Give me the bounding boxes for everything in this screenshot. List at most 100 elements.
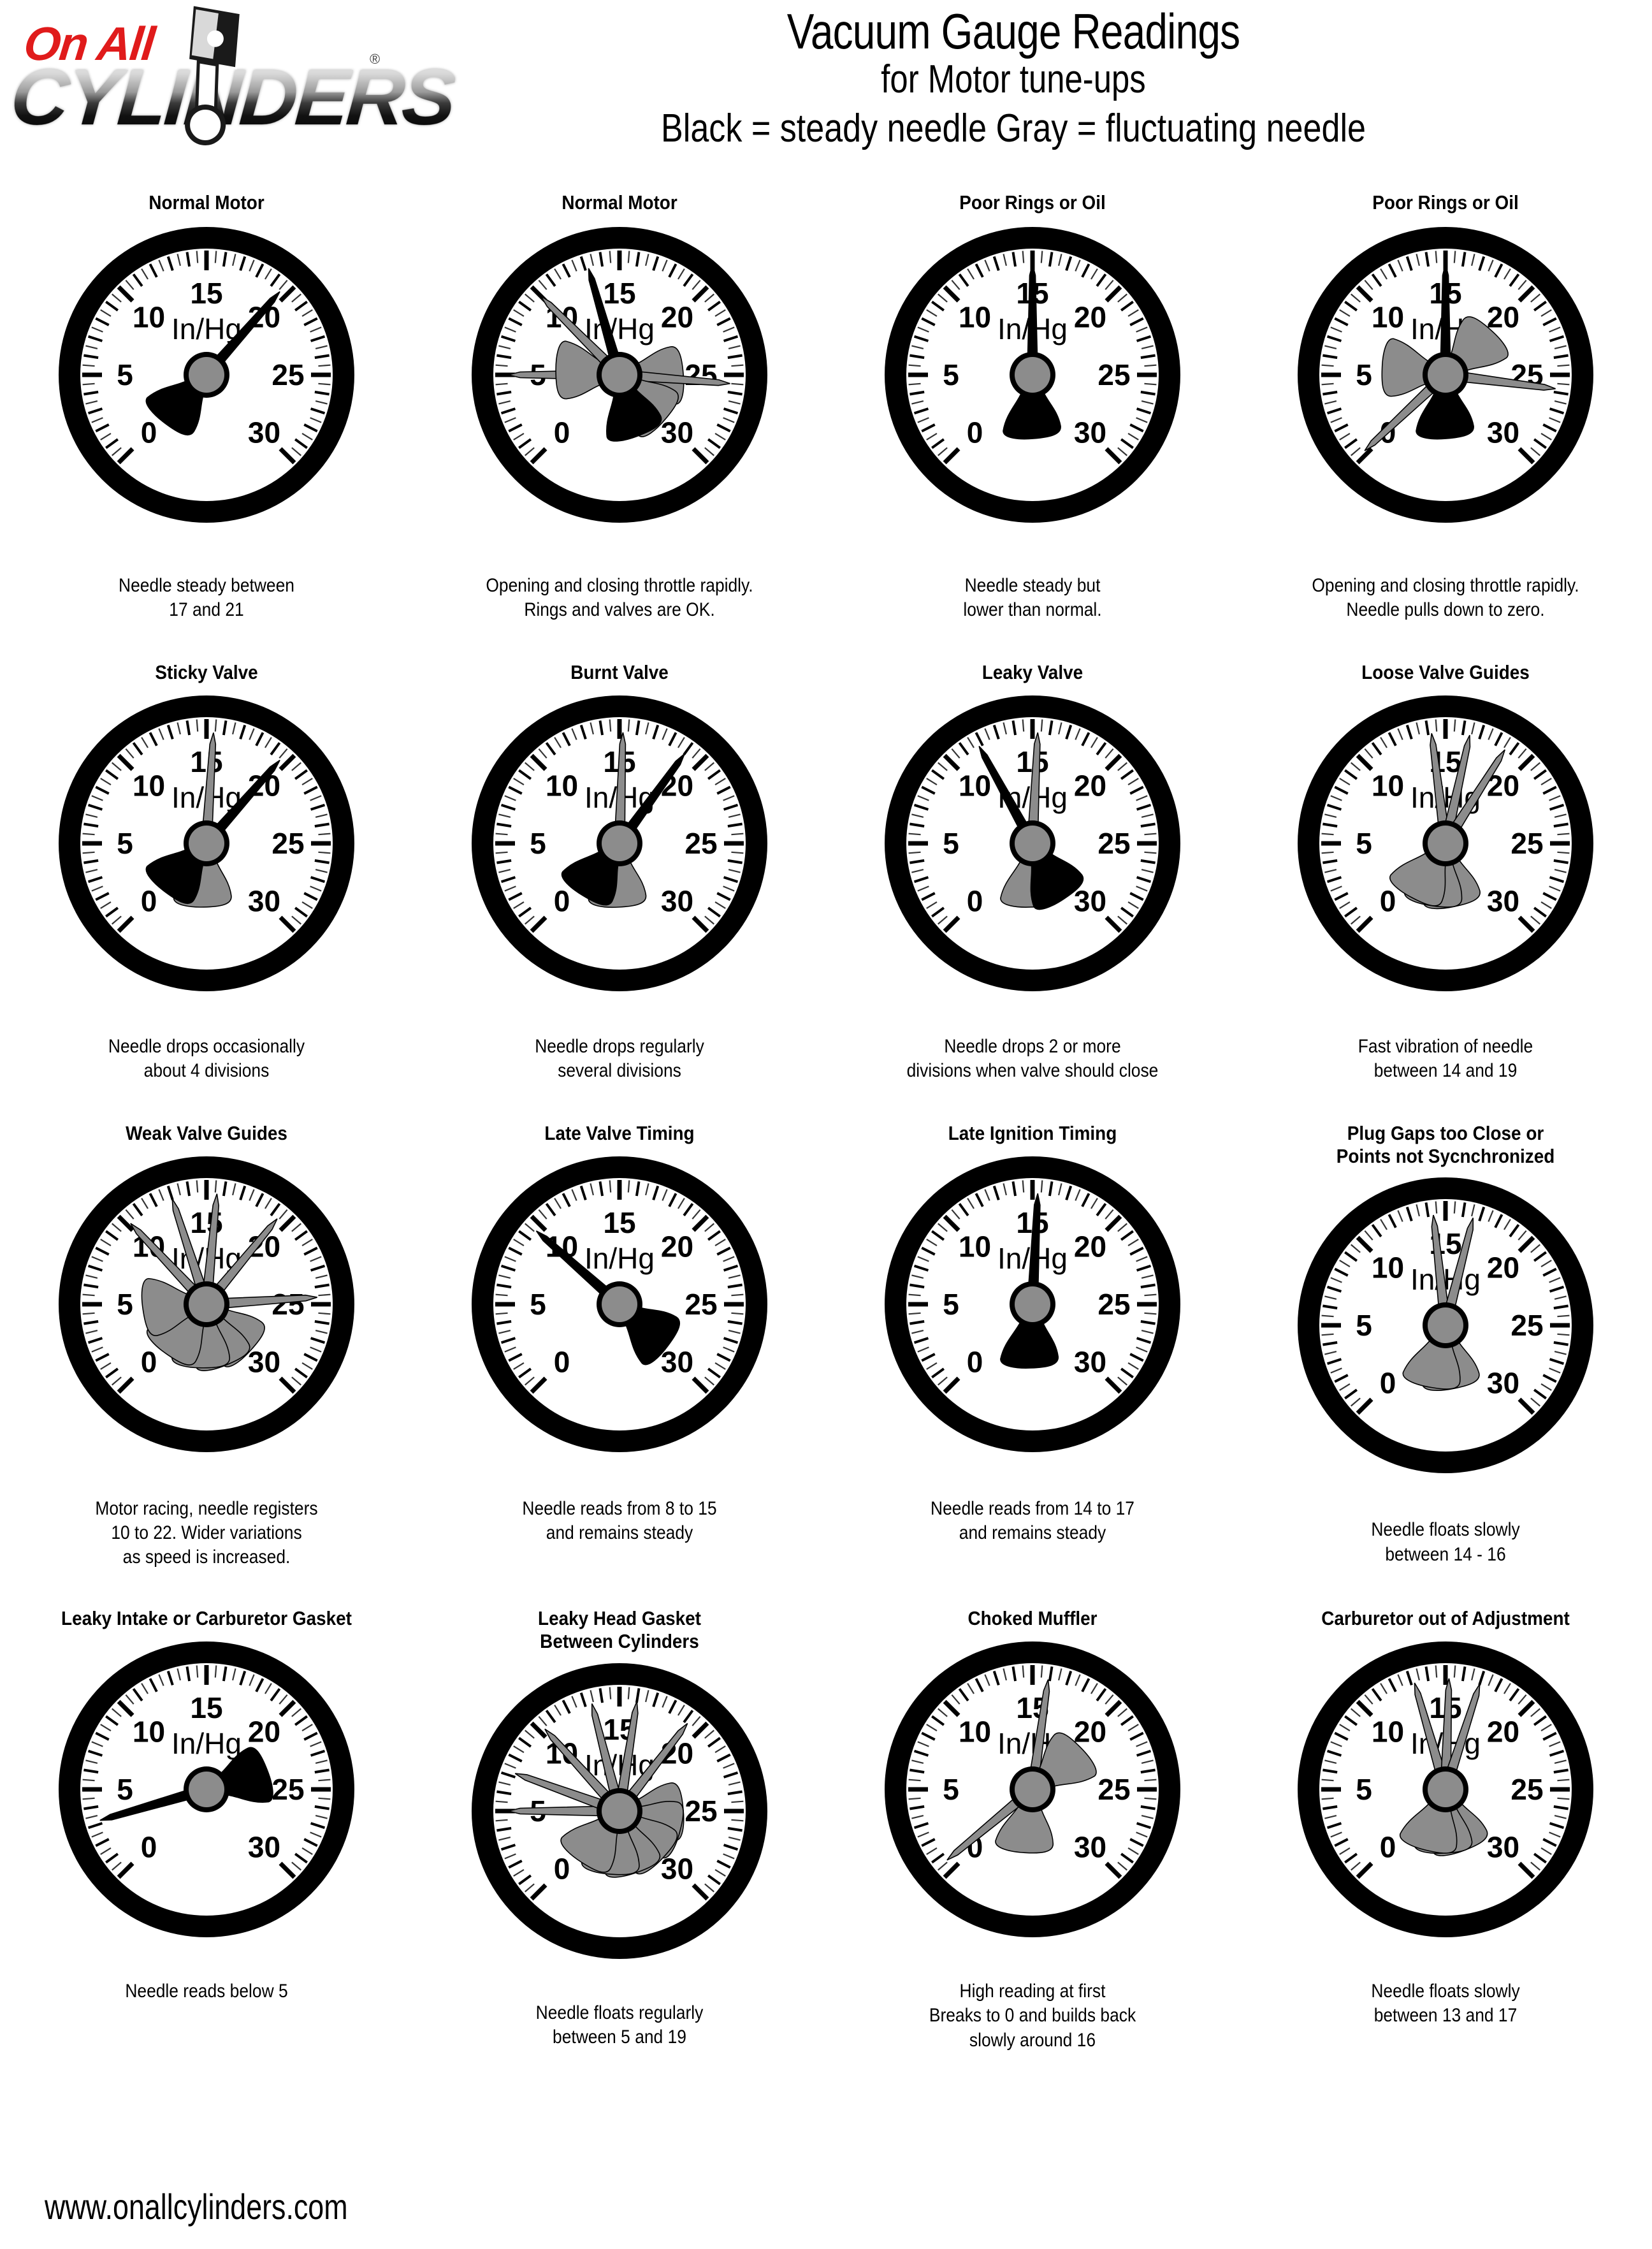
svg-text:30: 30 xyxy=(248,884,280,917)
vacuum-gauge: 051015202530In/Hg xyxy=(1298,695,1593,991)
gauge-wrapper: 051015202530In/Hg xyxy=(0,1151,413,1457)
gauge-title: Burnt Valve xyxy=(570,660,669,683)
gauge-cell: Sticky Valve051015202530In/HgNeedle drop… xyxy=(0,623,413,1084)
svg-text:15: 15 xyxy=(190,745,222,778)
gauge-cell: Burnt Valve051015202530In/HgNeedle drops… xyxy=(413,623,826,1084)
svg-text:10: 10 xyxy=(1372,769,1404,802)
gauge-title: Normal Motor xyxy=(149,191,264,214)
gauge-caption: High reading at first Breaks to 0 and bui… xyxy=(929,1980,1136,2051)
svg-text:5: 5 xyxy=(1356,1309,1372,1342)
svg-text:20: 20 xyxy=(1074,1715,1106,1748)
gauge-cell: Late Valve Timing 0 5 10 15 20 25 30 In/Hg Needle… xyxy=(413,1084,826,1570)
svg-text:25: 25 xyxy=(1511,1773,1543,1806)
svg-text:10: 10 xyxy=(1372,1251,1404,1285)
page-subtitle: for Motor tune-ups xyxy=(881,57,1146,101)
vacuum-gauge: 051015202530In/Hg xyxy=(885,1641,1180,1937)
vacuum-gauge: 051015202530In/Hg xyxy=(59,695,354,991)
on-all-cylinders-logo: On All CYLINDERS ® xyxy=(8,5,456,152)
svg-text:25: 25 xyxy=(272,1288,304,1321)
vacuum-gauge: 051015202530In/Hg xyxy=(885,695,1180,991)
svg-text:20: 20 xyxy=(661,300,693,333)
svg-text:30: 30 xyxy=(1487,884,1519,917)
gauge-caption: Fast vibration of needle between 14 and 1… xyxy=(1358,1035,1533,1082)
gauge-wrapper: 051015202530In/Hg xyxy=(1239,1636,1652,1942)
gauge-hub xyxy=(1428,825,1463,861)
svg-text:15: 15 xyxy=(190,277,222,310)
svg-text:30: 30 xyxy=(1074,1345,1106,1378)
svg-text:20: 20 xyxy=(661,1230,693,1263)
svg-text:25: 25 xyxy=(1098,827,1130,860)
gauge-wrapper: 051015202530In/Hg xyxy=(1239,690,1652,996)
svg-text:25: 25 xyxy=(685,1794,717,1828)
gauge-cell: Carburetor out of Adjustment051015202530… xyxy=(1239,1570,1652,2053)
svg-text:5: 5 xyxy=(943,1288,959,1321)
vacuum-gauge: 051015202530In/Hg xyxy=(472,227,767,523)
registered-trademark-icon: ® xyxy=(370,51,380,67)
gauge-cell: Leaky Head GasketBetween Cylinders051015… xyxy=(413,1570,826,2053)
vacuum-gauge: 051015202530In/Hg xyxy=(885,227,1180,523)
gauge-unit-label: In/Hg xyxy=(171,1727,242,1760)
gauge-cell: Late Ignition Timing051015202530In/HgNee… xyxy=(826,1084,1239,1570)
svg-text:0: 0 xyxy=(1380,1367,1396,1400)
gauge-cell: Plug Gaps too Close or Points not Sycnchr… xyxy=(1239,1084,1652,1570)
svg-text:20: 20 xyxy=(1074,769,1106,802)
gauge-cell: Poor Rings or Oil051015202530In/HgOpenin… xyxy=(1239,189,1652,623)
svg-text:10: 10 xyxy=(959,1715,991,1748)
svg-text:10: 10 xyxy=(133,300,165,333)
svg-text:0: 0 xyxy=(141,1830,157,1863)
logo-cylinders-text: CYLINDERS xyxy=(8,54,457,142)
svg-text:20: 20 xyxy=(1487,1251,1519,1285)
gauge-wrapper: 051015202530In/Hg xyxy=(1239,222,1652,528)
gauge-title: Normal Motor xyxy=(562,191,677,214)
gauge-wrapper: 051015202530In/Hg xyxy=(413,690,826,996)
gauge-wrapper: 051015202530In/Hg xyxy=(0,1636,413,1942)
gauge-title: Leaky Valve xyxy=(982,660,1083,683)
gauge-hub xyxy=(1015,825,1050,861)
svg-text:25: 25 xyxy=(1098,1288,1130,1321)
svg-text:25: 25 xyxy=(272,827,304,860)
svg-text:25: 25 xyxy=(1098,1773,1130,1806)
svg-text:0: 0 xyxy=(554,416,570,449)
gauge-hub xyxy=(602,357,637,393)
gauge-title: Late Ignition Timing xyxy=(948,1121,1117,1144)
gauge-wrapper: 051015202530In/Hg xyxy=(826,1636,1239,1942)
vacuum-gauge: 051015202530In/Hg xyxy=(59,227,354,523)
gauge-title: Sticky Valve xyxy=(155,660,258,683)
svg-text:15: 15 xyxy=(603,1206,635,1239)
svg-text:5: 5 xyxy=(943,1773,959,1806)
gauge-wrapper: 051015202530In/Hg xyxy=(826,1151,1239,1457)
vacuum-gauge: 051015202530In/Hg xyxy=(885,1156,1180,1452)
vacuum-gauge: 051015202530In/Hg xyxy=(59,1156,354,1452)
svg-text:15: 15 xyxy=(190,1691,222,1724)
svg-text:0: 0 xyxy=(554,1345,570,1378)
svg-text:10: 10 xyxy=(546,769,578,802)
svg-text:30: 30 xyxy=(661,416,693,449)
svg-text:25: 25 xyxy=(1098,358,1130,391)
svg-text:30: 30 xyxy=(1074,884,1106,917)
svg-text:30: 30 xyxy=(1487,1830,1519,1863)
vacuum-gauge: 051015202530In/Hg xyxy=(472,695,767,991)
gauge-hub xyxy=(189,825,224,861)
gauge-hub xyxy=(1428,1771,1463,1807)
gauge-hub xyxy=(1428,357,1463,393)
svg-text:25: 25 xyxy=(685,1288,717,1321)
gauge-caption: Needle floats slowly between 14 - 16 xyxy=(1371,1519,1520,1565)
gauge-title: Leaky Intake or Carburetor Gasket xyxy=(61,1606,352,1629)
svg-text:5: 5 xyxy=(530,827,546,860)
svg-text:0: 0 xyxy=(141,1345,157,1378)
svg-text:30: 30 xyxy=(661,1345,693,1378)
vacuum-gauge: 051015202530In/Hg xyxy=(472,1663,767,1959)
gauge-unit-label: In/Hg xyxy=(584,312,655,346)
gauge-caption: Needle drops occasionally about 4 divisio… xyxy=(108,1035,305,1082)
gauge-wrapper: 051015202530In/Hg xyxy=(413,222,826,528)
svg-text:0: 0 xyxy=(141,884,157,917)
svg-text:25: 25 xyxy=(272,358,304,391)
svg-text:20: 20 xyxy=(248,1715,280,1748)
svg-text:5: 5 xyxy=(1356,358,1372,391)
svg-text:5: 5 xyxy=(943,358,959,391)
gauge-title: Poor Rings or Oil xyxy=(959,191,1106,214)
svg-text:5: 5 xyxy=(117,827,133,860)
gauge-hub xyxy=(189,357,224,393)
gauge-cell: Leaky Intake or Carburetor Gasket 0 5 10 15 2… xyxy=(0,1570,413,2053)
svg-text:0: 0 xyxy=(554,1852,570,1885)
